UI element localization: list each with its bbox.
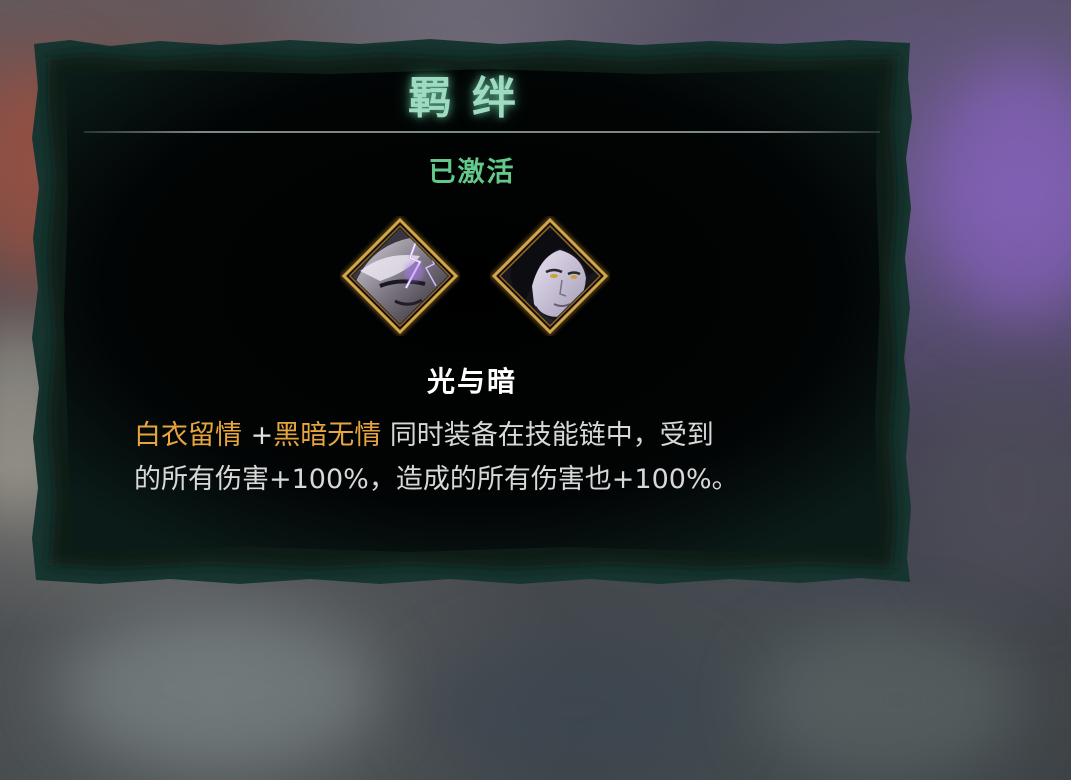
bond-description: 白衣留情 +黑暗无情 同时装备在技能链中，受到 的所有伤害+100%，造成的所有… [134, 414, 834, 502]
bond-combo-name: 光与暗 [426, 365, 517, 398]
panel-title: 羁绊 [408, 73, 536, 124]
skill-name-a: 白衣留情 [134, 420, 242, 451]
plus-sign: + [250, 420, 274, 451]
description-line1: 同时装备在技能链中，受到 [389, 420, 714, 451]
dark-haired-portrait-icon[interactable] [490, 216, 610, 336]
activation-status: 已激活 [428, 157, 516, 188]
lightning-portrait-icon[interactable] [340, 216, 460, 336]
skill-name-b: 黑暗无情 [273, 420, 382, 451]
title-divider [84, 131, 880, 133]
bond-info-panel: 羁绊 已激活 光与暗 白衣留情 +黑暗无情 同时装备在技能链中，受到 的所有伤害… [30, 38, 914, 586]
description-line2: 的所有伤害+100%，造成的所有伤害也+100%。 [134, 464, 739, 495]
